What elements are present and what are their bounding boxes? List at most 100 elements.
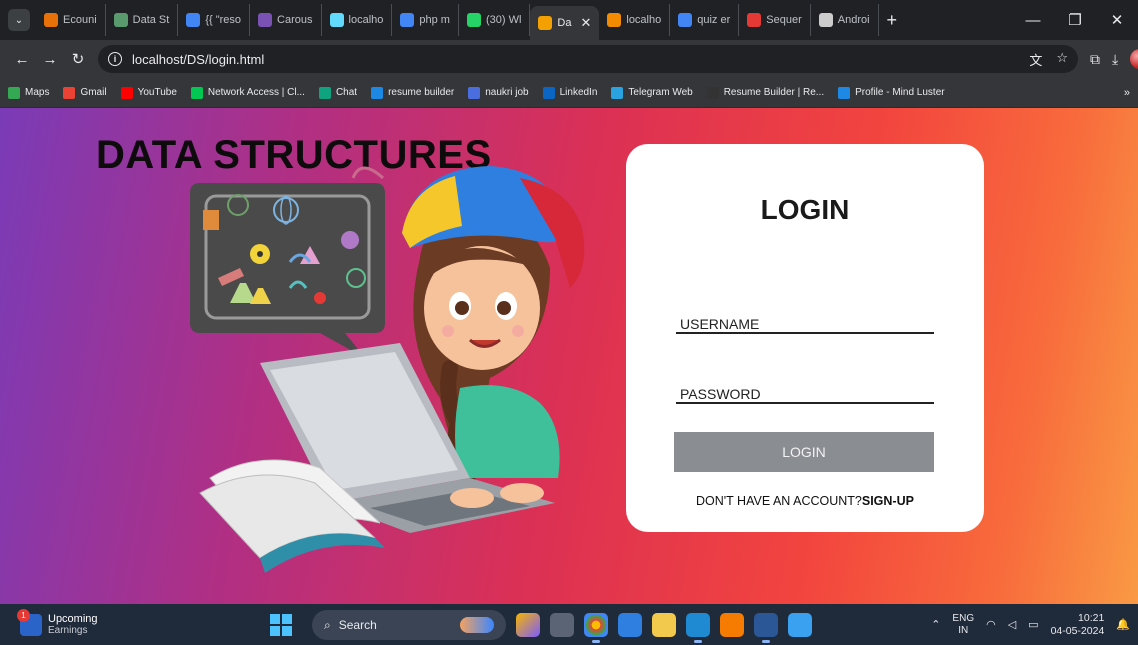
tab-label: Data St bbox=[132, 14, 170, 26]
login-button[interactable]: LOGIN bbox=[674, 432, 934, 472]
login-card: LOGIN USERNAME PASSWORD LOGIN DON'T HAVE… bbox=[626, 144, 984, 532]
tab[interactable]: Sequer bbox=[739, 4, 811, 36]
bookmark-item[interactable]: naukri job bbox=[468, 86, 529, 99]
password-label: PASSWORD bbox=[680, 386, 761, 402]
new-tab-button[interactable]: + bbox=[887, 10, 898, 31]
bookmark-item[interactable]: Chat bbox=[318, 86, 358, 99]
bookmark-label: Chat bbox=[335, 87, 358, 98]
battery-icon[interactable]: ▭ bbox=[1028, 618, 1038, 631]
extensions-icon[interactable]: ⧉ bbox=[1090, 51, 1100, 68]
bookmark-item[interactable]: YouTube bbox=[120, 86, 177, 99]
microsoft-store-icon[interactable] bbox=[618, 613, 642, 637]
tray-chevron-icon[interactable]: ⌃ bbox=[931, 618, 940, 631]
close-window-icon[interactable]: ✕ bbox=[1096, 11, 1138, 29]
tab-label: php m bbox=[419, 14, 450, 26]
signup-prompt-text: DON'T HAVE AN ACCOUNT? bbox=[696, 494, 862, 508]
bookmark-item[interactable]: Profile - Mind Luster bbox=[838, 86, 945, 99]
minimize-icon[interactable]: — bbox=[1012, 12, 1054, 29]
tab-favicon-icon bbox=[186, 13, 201, 27]
tab[interactable]: Data St bbox=[106, 4, 179, 36]
tab[interactable]: Androi bbox=[811, 4, 879, 36]
tab-strip: Ecouni Data St {{ "reso Carous localho php m (… bbox=[36, 0, 879, 40]
tab-favicon-icon bbox=[607, 13, 622, 27]
tab-favicon-icon bbox=[818, 13, 833, 27]
username-field[interactable]: USERNAME bbox=[676, 310, 934, 334]
bookmark-favicon-icon bbox=[8, 86, 20, 99]
chrome-icon[interactable] bbox=[584, 613, 608, 643]
bookmark-label: Resume Builder | Re... bbox=[723, 87, 825, 98]
clock-date: 04-05-2024 bbox=[1050, 624, 1105, 637]
restore-icon[interactable]: ❐ bbox=[1054, 11, 1096, 29]
bookmark-label: Gmail bbox=[80, 87, 107, 98]
bookmark-star-icon[interactable]: ☆ bbox=[1056, 50, 1068, 69]
password-field[interactable]: PASSWORD bbox=[676, 380, 934, 404]
tab[interactable]: {{ "reso bbox=[178, 4, 251, 36]
translate-icon[interactable]: 文 bbox=[1029, 50, 1042, 69]
system-tray: ⌃ ENG IN ◠ ◁ ▭ 10:21 04-05-2024 🔔 bbox=[931, 604, 1130, 645]
username-label: USERNAME bbox=[680, 316, 760, 332]
bookmark-item[interactable]: LinkedIn bbox=[542, 86, 598, 99]
windows-start-icon[interactable] bbox=[270, 614, 292, 636]
forward-arrow-icon[interactable]: → bbox=[36, 51, 64, 68]
science-board-icon bbox=[190, 166, 385, 358]
notepad-icon[interactable] bbox=[788, 613, 812, 637]
notification-bell-icon[interactable]: 🔔 bbox=[1116, 618, 1130, 631]
bookmark-item[interactable]: resume builder bbox=[371, 86, 454, 99]
bookmark-label: LinkedIn bbox=[559, 87, 598, 98]
file-explorer-icon[interactable] bbox=[652, 613, 676, 637]
xampp-icon[interactable] bbox=[720, 613, 744, 637]
bookmarks-overflow-button[interactable]: » bbox=[1124, 87, 1130, 99]
tab-favicon-icon bbox=[466, 13, 481, 27]
taskbar-apps: ⌕ Search bbox=[270, 608, 812, 643]
tab-active[interactable]: Da ✕ bbox=[530, 6, 600, 40]
browser-tab-bar: ⌄ Ecouni Data St {{ "reso Carous localho php … bbox=[0, 0, 1138, 40]
bookmark-item[interactable]: Telegram Web bbox=[611, 86, 693, 99]
address-bar[interactable]: i localhost/DS/login.html 文 ☆ bbox=[98, 45, 1078, 73]
word-icon[interactable] bbox=[754, 613, 778, 643]
tab[interactable]: quiz er bbox=[670, 4, 740, 36]
tab[interactable]: php m bbox=[392, 4, 459, 36]
bookmarks-bar: Maps Gmail YouTube Network Access | Cl... Ch… bbox=[0, 78, 1138, 108]
tab-favicon-icon bbox=[400, 13, 415, 27]
tab-label: localho bbox=[626, 14, 662, 26]
task-view-icon[interactable] bbox=[550, 613, 574, 637]
taskbar-search[interactable]: ⌕ Search bbox=[312, 610, 506, 640]
download-icon[interactable]: ⤓ bbox=[1112, 51, 1118, 68]
tab[interactable]: Carous bbox=[250, 4, 322, 36]
tab-close-icon[interactable]: ✕ bbox=[580, 15, 591, 31]
bookmark-item[interactable]: Gmail bbox=[63, 86, 107, 99]
bookmark-label: YouTube bbox=[137, 87, 177, 98]
tab[interactable]: localho bbox=[322, 4, 393, 36]
login-title: LOGIN bbox=[760, 194, 850, 225]
bookmark-item[interactable]: Maps bbox=[8, 86, 49, 99]
notification-badge: 1 bbox=[17, 608, 30, 622]
news-widget[interactable]: 1 Upcoming Earnings bbox=[17, 608, 270, 637]
bookmark-favicon-icon bbox=[190, 86, 203, 99]
widget-subtitle: Earnings bbox=[48, 624, 88, 636]
address-url[interactable]: localhost/DS/login.html bbox=[132, 52, 1029, 67]
clock[interactable]: 10:21 04-05-2024 bbox=[1051, 612, 1105, 638]
bookmark-favicon-icon bbox=[468, 86, 481, 99]
copilot-icon[interactable] bbox=[516, 613, 540, 637]
tab-favicon-icon bbox=[747, 13, 762, 27]
signup-link[interactable]: SIGN-UP bbox=[862, 494, 914, 508]
tab[interactable]: Ecouni bbox=[36, 4, 106, 36]
bookmark-item[interactable]: Network Access | Cl... bbox=[190, 86, 305, 99]
girl-laptop-illustration bbox=[190, 166, 585, 573]
volume-icon[interactable]: ◁ bbox=[1008, 618, 1016, 631]
reload-icon[interactable]: ↻ bbox=[64, 50, 92, 68]
profile-avatar[interactable] bbox=[1130, 49, 1138, 69]
bookmark-favicon-icon bbox=[120, 86, 133, 99]
language-indicator[interactable]: ENG IN bbox=[952, 613, 974, 637]
bookmark-item[interactable]: Resume Builder | Re... bbox=[706, 86, 825, 99]
tab-search-icon[interactable]: ⌄ bbox=[8, 9, 30, 31]
site-info-icon[interactable]: i bbox=[108, 52, 122, 66]
bookmark-favicon-icon bbox=[611, 86, 624, 99]
tab-favicon-icon bbox=[678, 13, 693, 27]
tab[interactable]: (30) Wl bbox=[459, 4, 531, 36]
wifi-icon[interactable]: ◠ bbox=[986, 618, 996, 631]
back-arrow-icon[interactable]: ← bbox=[8, 51, 36, 68]
tab[interactable]: localho bbox=[599, 4, 671, 36]
vscode-icon[interactable] bbox=[686, 613, 710, 643]
tab-favicon-icon bbox=[329, 13, 344, 27]
